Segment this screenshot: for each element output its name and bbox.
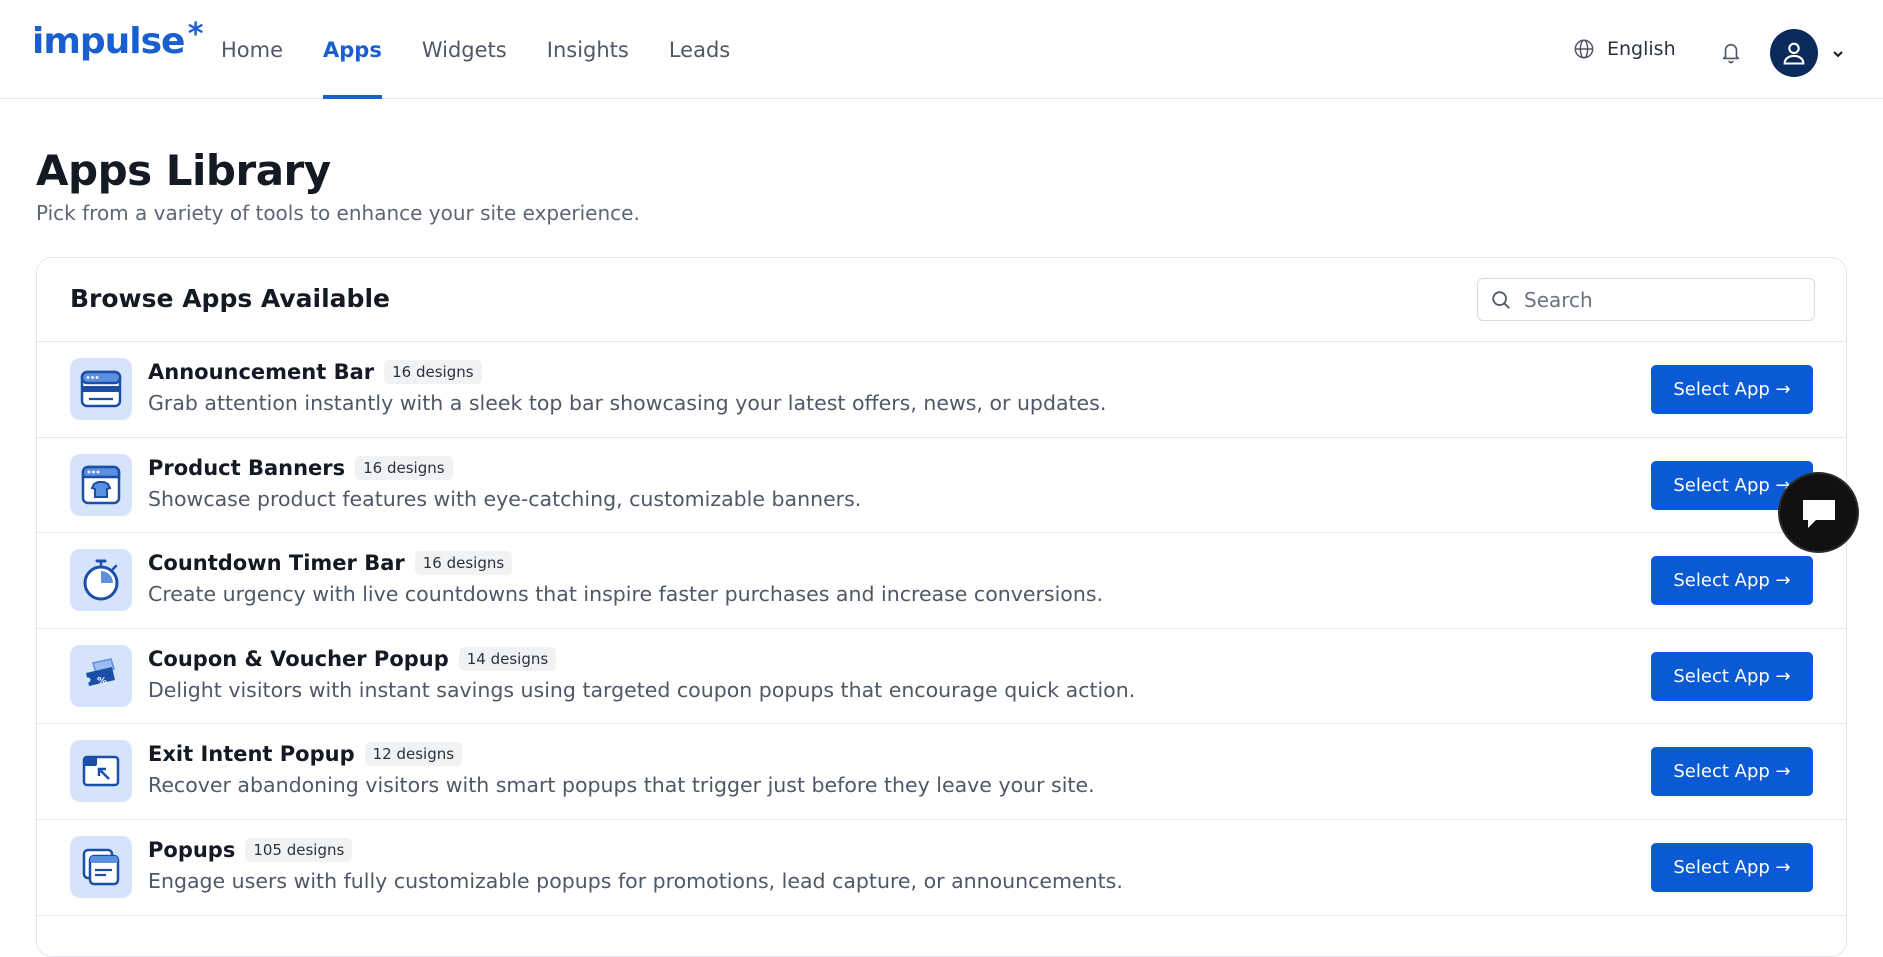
select-app-button[interactable]: Select App → xyxy=(1651,842,1813,892)
user-icon xyxy=(1783,42,1805,65)
designs-count-badge: 16 designs xyxy=(384,360,482,384)
logo-text: impulse xyxy=(32,21,185,62)
app-description: Engage users with fully customizable pop… xyxy=(148,868,1123,893)
nav-insights[interactable]: Insights xyxy=(547,0,629,99)
browse-title: Browse Apps Available xyxy=(70,284,390,313)
main-nav: Home Apps Widgets Insights Leads xyxy=(221,0,770,99)
select-app-button[interactable]: Select App → xyxy=(1651,365,1813,414)
app-description: Delight visitors with instant savings us… xyxy=(148,677,1136,702)
app-description: Grab attention instantly with a sleek to… xyxy=(148,391,1107,415)
stopwatch-icon xyxy=(70,549,132,612)
app-row-countdown-timer: Countdown Timer Bar 16 designs Create ur… xyxy=(37,533,1846,629)
designs-count-badge: 16 designs xyxy=(414,551,513,576)
app-name: Popups xyxy=(148,837,236,862)
designs-count-badge: 14 designs xyxy=(458,646,557,671)
app-description: Showcase product features with eye-catch… xyxy=(148,486,862,511)
account-menu-toggle[interactable] xyxy=(1831,46,1845,65)
notifications-button[interactable] xyxy=(1720,40,1742,68)
app-name: Countdown Timer Bar xyxy=(148,551,405,576)
app-name: Product Banners xyxy=(148,455,346,480)
announcement-bar-icon xyxy=(70,358,132,420)
designs-count-badge: 105 designs xyxy=(245,837,353,862)
page-title: Apps Library xyxy=(36,146,331,195)
search-input[interactable] xyxy=(1524,287,1794,312)
product-banner-icon xyxy=(70,453,132,516)
globe-icon xyxy=(1574,39,1594,59)
apps-list-card: Browse Apps Available Announcement Bar 1… xyxy=(36,257,1847,957)
coupon-icon: % xyxy=(70,644,132,707)
app-description: Recover abandoning visitors with smart p… xyxy=(148,773,1095,798)
page-subtitle: Pick from a variety of tools to enhance … xyxy=(36,201,640,225)
search-icon xyxy=(1492,290,1510,309)
svg-text:%: % xyxy=(97,676,107,687)
app-row-coupon-popup: % Coupon & Voucher Popup 14 designs Deli… xyxy=(37,629,1846,725)
app-name: Announcement Bar xyxy=(148,360,375,384)
designs-count-badge: 16 designs xyxy=(355,455,453,480)
nav-apps[interactable]: Apps xyxy=(323,0,382,99)
select-app-button[interactable]: Select App → xyxy=(1651,651,1813,701)
popups-icon xyxy=(70,835,132,898)
nav-widgets[interactable]: Widgets xyxy=(422,0,507,99)
bell-icon xyxy=(1722,43,1740,64)
card-header: Browse Apps Available xyxy=(37,258,1846,342)
app-name: Exit Intent Popup xyxy=(148,742,355,767)
chevron-down-icon xyxy=(1833,51,1843,58)
app-row-product-banners: Product Banners 16 designs Showcase prod… xyxy=(37,438,1846,534)
language-label: English xyxy=(1607,38,1676,60)
designs-count-badge: 12 designs xyxy=(364,742,463,767)
exit-intent-icon xyxy=(70,740,132,803)
search-box[interactable] xyxy=(1477,278,1815,321)
select-app-button[interactable]: Select App → xyxy=(1651,556,1813,606)
select-app-button[interactable]: Select App → xyxy=(1651,747,1813,797)
language-selector[interactable]: English xyxy=(1573,38,1676,60)
user-avatar[interactable] xyxy=(1770,29,1818,77)
top-navigation-bar: impulse * Home Apps Widgets Insights Lead… xyxy=(0,0,1883,99)
app-row-announcement-bar: Announcement Bar 16 designs Grab attenti… xyxy=(37,342,1846,438)
logo-star: * xyxy=(187,17,204,52)
app-row-popups: Popups 105 designs Engage users with ful… xyxy=(37,820,1846,916)
nav-home[interactable]: Home xyxy=(221,0,283,99)
chat-icon xyxy=(1802,499,1835,528)
nav-leads[interactable]: Leads xyxy=(669,0,730,99)
impulse-logo[interactable]: impulse * xyxy=(32,20,203,62)
chat-launcher-button[interactable] xyxy=(1778,472,1859,553)
app-row-exit-intent: Exit Intent Popup 12 designs Recover aba… xyxy=(37,724,1846,820)
app-name: Coupon & Voucher Popup xyxy=(148,646,449,671)
app-description: Create urgency with live countdowns that… xyxy=(148,582,1104,607)
